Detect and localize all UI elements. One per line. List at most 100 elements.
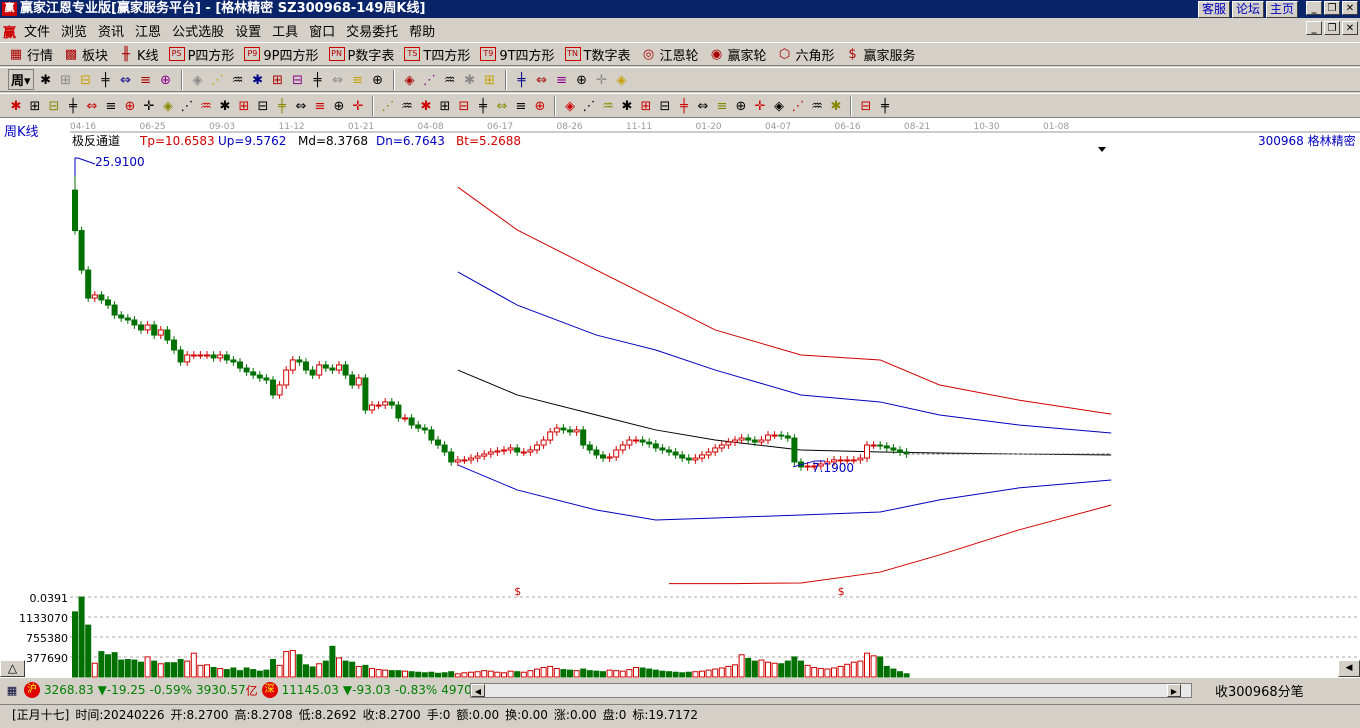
gold-lines-icon[interactable]: ⊟ [657, 98, 673, 114]
yin-yang-icon[interactable]: ⊟ [858, 98, 874, 114]
toolbar-ts-button[interactable]: TS T四方形 [404, 45, 470, 64]
minimize-button[interactable]: _ [1306, 1, 1322, 15]
chart-style-icon[interactable]: ✱ [38, 72, 54, 88]
cone2-icon[interactable]: ╪ [676, 98, 692, 114]
move-left-icon[interactable]: ⊞ [270, 72, 286, 88]
zoom-out-icon[interactable]: ⇔ [330, 72, 346, 88]
toolbar-ps-button[interactable]: PS P四方形 [168, 45, 234, 64]
gold-angle-icon[interactable]: ◈ [771, 98, 787, 114]
scroll-left-button[interactable]: ◀ [471, 684, 485, 697]
menu-browse[interactable]: 浏览 [61, 21, 87, 40]
expand-icon[interactable]: ≡ [350, 72, 366, 88]
line-icon[interactable]: ♒ [442, 72, 458, 88]
bar-9-icon[interactable]: ╪ [98, 72, 114, 88]
box-icon[interactable]: ⊕ [331, 98, 347, 114]
box-fan-icon[interactable]: ⊞ [437, 98, 453, 114]
child-minimize-button[interactable]: _ [1306, 21, 1322, 35]
fib-icon[interactable]: ⇔ [84, 98, 100, 114]
crosshair-icon[interactable]: ⋰ [422, 72, 438, 88]
candle-type-icon[interactable]: ⇔ [118, 72, 134, 88]
auto-icon[interactable]: ⊞ [58, 72, 74, 88]
gold-2-icon[interactable]: ╪ [65, 98, 81, 114]
target-icon[interactable]: ✱ [217, 98, 233, 114]
fan-icon[interactable]: ╪ [274, 98, 290, 114]
toolbar-hexagon-button[interactable]: ⬡ 六角形 [777, 45, 835, 64]
wave-icon[interactable]: ⇔ [695, 98, 711, 114]
expand-up-button[interactable]: △ [0, 660, 25, 677]
calendar-icon[interactable]: ╪ [514, 72, 530, 88]
notes-icon[interactable]: ≡ [554, 72, 570, 88]
tick-detail-label[interactable]: 收300968分笔 [1215, 681, 1304, 700]
home-link[interactable]: 主页 [1265, 1, 1298, 18]
parallel-icon[interactable]: ◈ [160, 98, 176, 114]
f-angle-icon[interactable]: ✛ [752, 98, 768, 114]
menu-trade[interactable]: 交易委托 [346, 21, 398, 40]
menu-window[interactable]: 窗口 [309, 21, 335, 40]
star-icon[interactable]: ⊞ [236, 98, 252, 114]
percent-icon[interactable]: ♒ [600, 98, 616, 114]
last-icon[interactable]: ⋰ [210, 72, 226, 88]
percent-fan-icon[interactable]: ⋰ [581, 98, 597, 114]
lines-icon[interactable]: ⊕ [532, 98, 548, 114]
toolbar-winner-wheel-button[interactable]: ◉ 赢家轮 [709, 45, 767, 64]
forum-link[interactable]: 论坛 [1231, 1, 1264, 18]
gann-icon[interactable]: ✱ [462, 72, 478, 88]
network-icon[interactable]: ◈ [614, 72, 630, 88]
menu-logo-icon[interactable]: 赢 [3, 22, 16, 41]
toolbar-quote-table-button[interactable]: ▦ 行情 [8, 45, 53, 64]
cone-icon[interactable]: ⊕ [122, 98, 138, 114]
scroll-right-arrow[interactable]: ▶ [1167, 684, 1181, 697]
shen-icon[interactable]: ⇔ [293, 98, 309, 114]
print-icon[interactable]: ✛ [594, 72, 610, 88]
right-icon[interactable]: ✱ [250, 72, 266, 88]
grid2-icon[interactable]: ≡ [513, 98, 529, 114]
infinity-icon[interactable]: ╪ [877, 98, 893, 114]
menu-gann[interactable]: 江恩 [135, 21, 161, 40]
angle2-icon[interactable]: ⊟ [456, 98, 472, 114]
spiral-icon[interactable]: ≡ [103, 98, 119, 114]
menu-info[interactable]: 资讯 [98, 21, 124, 40]
square-fan-icon[interactable]: ✱ [418, 98, 434, 114]
n2-icon[interactable]: ⋰ [179, 98, 195, 114]
zoom-in-icon[interactable]: ╪ [310, 72, 326, 88]
fit-icon[interactable]: ⊕ [370, 72, 386, 88]
child-close-button[interactable]: ✕ [1342, 21, 1358, 35]
toolbar-gann-wheel-button[interactable]: ◎ 江恩轮 [641, 45, 699, 64]
zigzag-icon[interactable]: ╪ [475, 98, 491, 114]
fan-red-icon[interactable]: ♒ [399, 98, 415, 114]
scroll-right-button[interactable]: ◀ [1338, 660, 1360, 677]
toolbar-kline-button[interactable]: ╫ K线 [118, 45, 158, 64]
restore-button[interactable]: ❐ [1324, 1, 1340, 15]
hline-icon[interactable]: ⋰ [380, 98, 396, 114]
chart-area[interactable]: 04-16 06-25 09-03 11-12 01-21 04-08 06-17 08-26… [0, 118, 1360, 678]
j-angle-icon[interactable]: ⊕ [733, 98, 749, 114]
menu-tools[interactable]: 工具 [272, 21, 298, 40]
ying-icon[interactable]: ≡ [312, 98, 328, 114]
ying-angle-icon[interactable]: ♒ [809, 98, 825, 114]
bar-3-icon[interactable]: ⊟ [78, 72, 94, 88]
span-icon[interactable]: ✛ [350, 98, 366, 114]
first-icon[interactable]: ◈ [190, 72, 206, 88]
service-link[interactable]: 客服 [1197, 1, 1230, 18]
toolbar-p9-button[interactable]: P9 9P四方形 [244, 45, 319, 64]
pen-icon[interactable]: ✱ [8, 98, 24, 114]
gold-box-icon[interactable]: ≡ [714, 98, 730, 114]
menu-settings[interactable]: 设置 [235, 21, 261, 40]
toolbar-pn-button[interactable]: PN P数字表 [328, 45, 394, 64]
toolbar-sector-grid-button[interactable]: ▩ 板块 [63, 45, 108, 64]
left-icon[interactable]: ♒ [230, 72, 246, 88]
save-icon[interactable]: ⊕ [574, 72, 590, 88]
grid-red-icon[interactable]: ⇔ [494, 98, 510, 114]
quote-table-icon[interactable]: ▦ [4, 682, 20, 698]
toolbar-t9-button[interactable]: T9 9T四方形 [480, 45, 555, 64]
close-button[interactable]: ✕ [1342, 1, 1358, 15]
gold-1-icon[interactable]: ⊟ [46, 98, 62, 114]
toolbar-tn-button[interactable]: TN T数字表 [564, 45, 631, 64]
menu-help[interactable]: 帮助 [409, 21, 435, 40]
flag-icon[interactable]: ⊕ [158, 72, 174, 88]
gold-circle-icon[interactable]: ⊞ [638, 98, 654, 114]
percent-lines-icon[interactable]: ✱ [619, 98, 635, 114]
toolbar-dollar-button[interactable]: $ 赢家服务 [845, 45, 915, 64]
grid-icon[interactable]: ⊞ [482, 72, 498, 88]
four-angle-icon[interactable]: ✱ [828, 98, 844, 114]
